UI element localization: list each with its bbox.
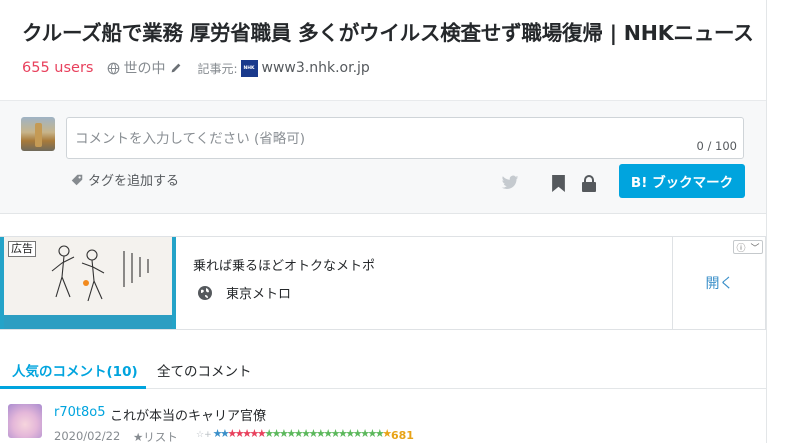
- star-icon: ★: [308, 427, 318, 440]
- star-icon: ★: [382, 427, 392, 440]
- tab-popular-comments[interactable]: 人気のコメント(10): [12, 360, 138, 380]
- entry-meta: 655 users 世の中 記事元: NHK www3.nhk.or.jp: [22, 58, 370, 78]
- star-icon: ★: [367, 427, 377, 440]
- comment-item: r70t8o5 これが本当のキャリア官僚 2020/02/22 ★リスト ☆+ …: [0, 396, 766, 443]
- add-tag-label: タグを追加する: [88, 174, 180, 189]
- read-later-toggle[interactable]: [548, 173, 568, 193]
- star-icon: ★: [330, 427, 341, 440]
- ad-advertiser-name: 東京メトロ: [226, 287, 292, 302]
- entry-header: クルーズ船で業務 厚労省職員 多くがウイルス検査せず職場復帰 | NHKニュース…: [0, 0, 766, 100]
- add-to-list-link[interactable]: ★リスト: [133, 429, 178, 443]
- private-toggle[interactable]: [579, 173, 599, 193]
- globe-icon: [198, 285, 212, 300]
- char-counter: 0 / 100: [696, 139, 737, 153]
- star-icon: ★: [323, 427, 333, 440]
- favicon-text: NHK: [243, 65, 255, 71]
- ad-image-footer: [4, 315, 172, 329]
- star-icon: ★: [264, 427, 274, 440]
- source-label: 記事元:: [197, 61, 238, 76]
- star-icon: ★: [227, 427, 237, 440]
- globe-icon: [108, 62, 120, 74]
- star-icon: ★: [271, 427, 282, 440]
- bookmark-flag-icon: [551, 174, 565, 192]
- star-count[interactable]: 681: [391, 429, 414, 442]
- star-icon: ★: [212, 427, 223, 440]
- star-icon: ★: [234, 427, 245, 440]
- category-link[interactable]: 世の中: [107, 58, 183, 78]
- comment-tabs: 人気のコメント(10) 全てのコメント: [0, 348, 766, 389]
- info-icon: ⓘ: [736, 243, 746, 254]
- lock-icon: [582, 174, 596, 192]
- entry-title[interactable]: クルーズ船で業務 厚労省職員 多くがウイルス検査せず職場復帰 | NHKニュース: [22, 16, 754, 46]
- tag-icon: [71, 174, 83, 185]
- star-icon: ★: [352, 427, 363, 440]
- commenter-avatar[interactable]: [8, 404, 42, 438]
- nhk-favicon-icon: NHK: [240, 59, 258, 77]
- twitter-icon: [501, 175, 519, 190]
- sponsored-ad[interactable]: 広告 乗れば乗るほどオトクなメトポ 東京メトロ 開く ⓘ ﹀: [0, 236, 766, 330]
- star-icon: ★: [249, 427, 259, 440]
- star-row[interactable]: ☆+ ★★★★★★★★★★★★★★★★★★★★★★★★: [196, 427, 393, 440]
- ad-advertiser: 東京メトロ: [197, 283, 291, 302]
- category-label: 世の中: [123, 61, 166, 77]
- bookmark-comment-form: コメントを入力してください (省略可) 0 / 100 タグを追加する B! ブ…: [0, 100, 766, 214]
- stars: ★★★★★★★★★★★★★★★★★★★★★★★★: [212, 427, 393, 440]
- comment-date[interactable]: 2020/02/22: [54, 429, 120, 443]
- star-icon: ★: [293, 427, 304, 440]
- comment-text: これが本当のキャリア官僚: [110, 409, 267, 424]
- ad-image[interactable]: 広告: [0, 237, 176, 329]
- comment-placeholder: コメントを入力してください (省略可): [75, 131, 306, 147]
- add-star-icon[interactable]: ☆+: [196, 430, 212, 440]
- comment-input[interactable]: コメントを入力してください (省略可) 0 / 100: [66, 117, 744, 159]
- ad-choices-button[interactable]: ⓘ ﹀: [733, 240, 763, 254]
- add-tag-button[interactable]: タグを追加する: [70, 170, 179, 189]
- current-user-avatar[interactable]: [21, 117, 55, 151]
- pencil-icon[interactable]: [169, 61, 183, 75]
- right-border: [766, 0, 767, 443]
- tab-all-comments[interactable]: 全てのコメント: [157, 360, 252, 380]
- chevron-down-icon: ﹀: [750, 243, 760, 254]
- users-count[interactable]: 655 users: [22, 60, 93, 76]
- active-tab-indicator: [0, 386, 146, 389]
- add-bookmark-button[interactable]: B! ブックマーク: [619, 164, 745, 198]
- commenter-username[interactable]: r70t8o5: [54, 405, 105, 420]
- twitter-share-toggle[interactable]: [500, 173, 520, 193]
- ad-title[interactable]: 乗れば乗るほどオトクなメトポ: [193, 255, 375, 274]
- ad-label: 広告: [8, 241, 36, 257]
- star-icon: ★: [345, 427, 355, 440]
- source-domain-link[interactable]: www3.nhk.or.jp: [262, 60, 370, 76]
- star-icon: ★: [286, 427, 296, 440]
